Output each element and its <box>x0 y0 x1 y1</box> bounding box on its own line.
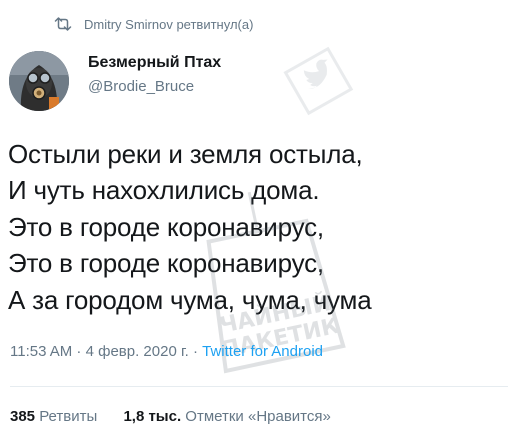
tweet-timestamp[interactable]: 11:53 AM · 4 февр. 2020 г. · <box>10 343 202 360</box>
retweet-icon <box>54 17 72 31</box>
likes-count: 1,8 тыс. <box>123 408 182 425</box>
retweets-label: Ретвиты <box>39 408 98 425</box>
retweets-stat[interactable]: 385 Ретвиты <box>10 408 97 425</box>
author-name[interactable]: Безмерный Птах <box>88 53 221 73</box>
retweet-context[interactable]: Dmitry Smirnov ретвитнул(а) <box>54 14 253 34</box>
tweet-line: Это в городе коронавирус, <box>8 248 324 279</box>
twitter-bird-watermark-icon <box>283 46 354 116</box>
likes-stat[interactable]: 1,8 тыс. Отметки «Нравится» <box>123 408 330 425</box>
tweet-line: А за городом чума, чума, чума <box>8 284 372 315</box>
tweet-text: Остыли реки и земля остыла, И чуть нахох… <box>8 136 503 318</box>
tweet-line: И чуть нахохлились дома. <box>8 175 320 206</box>
author-block[interactable]: Безмерный Птах @Brodie_Bruce <box>88 53 221 97</box>
retweets-count: 385 <box>10 408 36 425</box>
tweet-stats: 385 Ретвиты 1,8 тыс. Отметки «Нравится» <box>10 407 353 427</box>
author-handle[interactable]: @Brodie_Bruce <box>88 77 221 97</box>
gas-mask-avatar-icon <box>9 51 69 111</box>
tweet-line: Остыли реки и земля остыла, <box>8 139 363 169</box>
tweet-line: Это в городе коронавирус, <box>8 211 324 242</box>
likes-label: Отметки «Нравится» <box>185 408 331 425</box>
tweet-card: Dmitry Smirnov ретвитнул(а) Безмерный Пт… <box>0 0 508 448</box>
divider <box>10 386 508 387</box>
tweet-meta: 11:53 AM · 4 февр. 2020 г. · Twitter for… <box>10 342 323 362</box>
avatar[interactable] <box>9 51 69 111</box>
tweet-source-link[interactable]: Twitter for Android <box>202 343 323 360</box>
retweet-text: Dmitry Smirnov ретвитнул(а) <box>84 16 254 32</box>
